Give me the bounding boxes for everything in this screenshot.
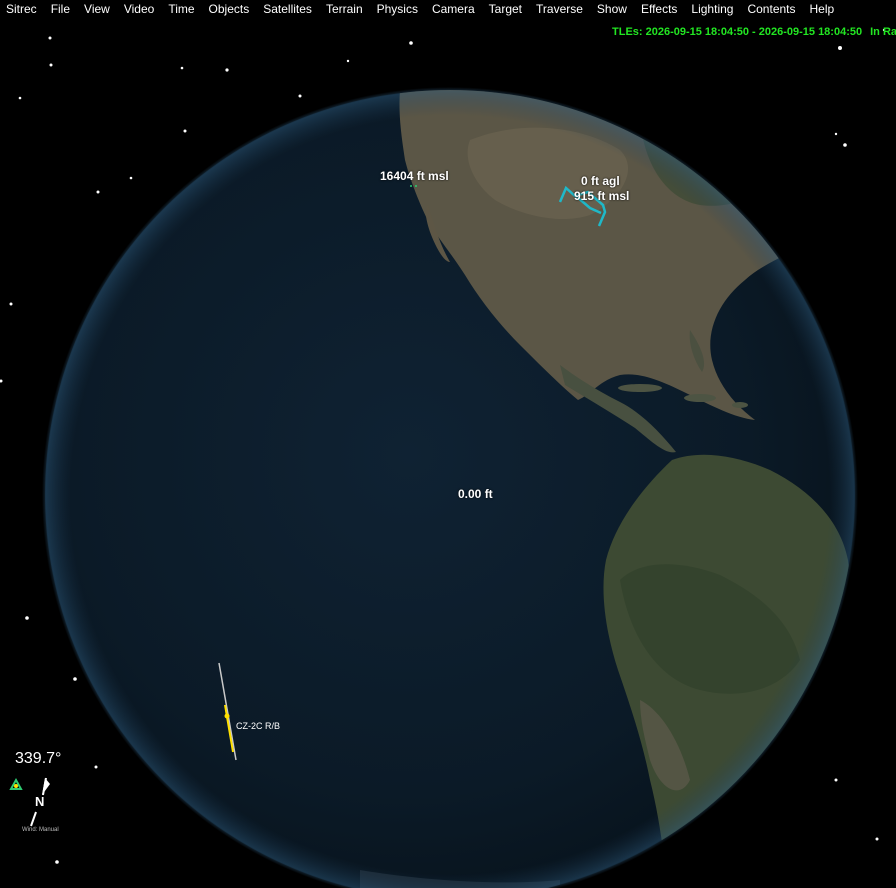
menu-bar: Sitrec File View Video Time Objects Sate… (0, 0, 896, 18)
menu-target[interactable]: Target (483, 0, 530, 18)
tle-range-text: TLEs: 2026-09-15 18:04:50 - 2026-09-15 1… (612, 26, 863, 38)
tle-in-range-text: In Range (870, 26, 896, 38)
menu-physics[interactable]: Physics (371, 0, 426, 18)
north-label: N (35, 794, 45, 809)
tle-status: TLEs: 2026-09-15 18:04:50 - 2026-09-15 1… (612, 26, 896, 38)
menu-effects[interactable]: Effects (635, 0, 685, 18)
satellite-icon[interactable] (224, 713, 230, 719)
menu-satellites[interactable]: Satellites (257, 0, 320, 18)
menu-traverse[interactable]: Traverse (530, 0, 591, 18)
msl-altitude-label: 915 ft msl (574, 189, 630, 203)
agl-altitude-label: 0 ft agl (581, 174, 620, 188)
wind-icon (9, 777, 23, 790)
globe-viewport[interactable] (0, 18, 896, 888)
wind-mode-label: Wind: Manual (22, 827, 59, 833)
heading-readout: 339.7° (15, 750, 62, 767)
menu-terrain[interactable]: Terrain (320, 0, 371, 18)
menu-help[interactable]: Help (804, 0, 843, 18)
earth-globe (42, 87, 858, 888)
menu-show[interactable]: Show (591, 0, 635, 18)
menu-video[interactable]: Video (118, 0, 162, 18)
menu-sitrec[interactable]: Sitrec (0, 0, 45, 18)
peak-altitude-label: 16404 ft msl (380, 169, 449, 183)
menu-objects[interactable]: Objects (203, 0, 258, 18)
menu-time[interactable]: Time (162, 0, 202, 18)
center-distance-label: 0.00 ft (458, 487, 493, 501)
north-needle-icon (30, 811, 37, 827)
menu-view[interactable]: View (78, 0, 118, 18)
menu-lighting[interactable]: Lighting (685, 0, 741, 18)
menu-contents[interactable]: Contents (741, 0, 803, 18)
satellite-label[interactable]: CZ-2C R/B (236, 721, 280, 731)
menu-camera[interactable]: Camera (426, 0, 483, 18)
menu-file[interactable]: File (45, 0, 78, 18)
